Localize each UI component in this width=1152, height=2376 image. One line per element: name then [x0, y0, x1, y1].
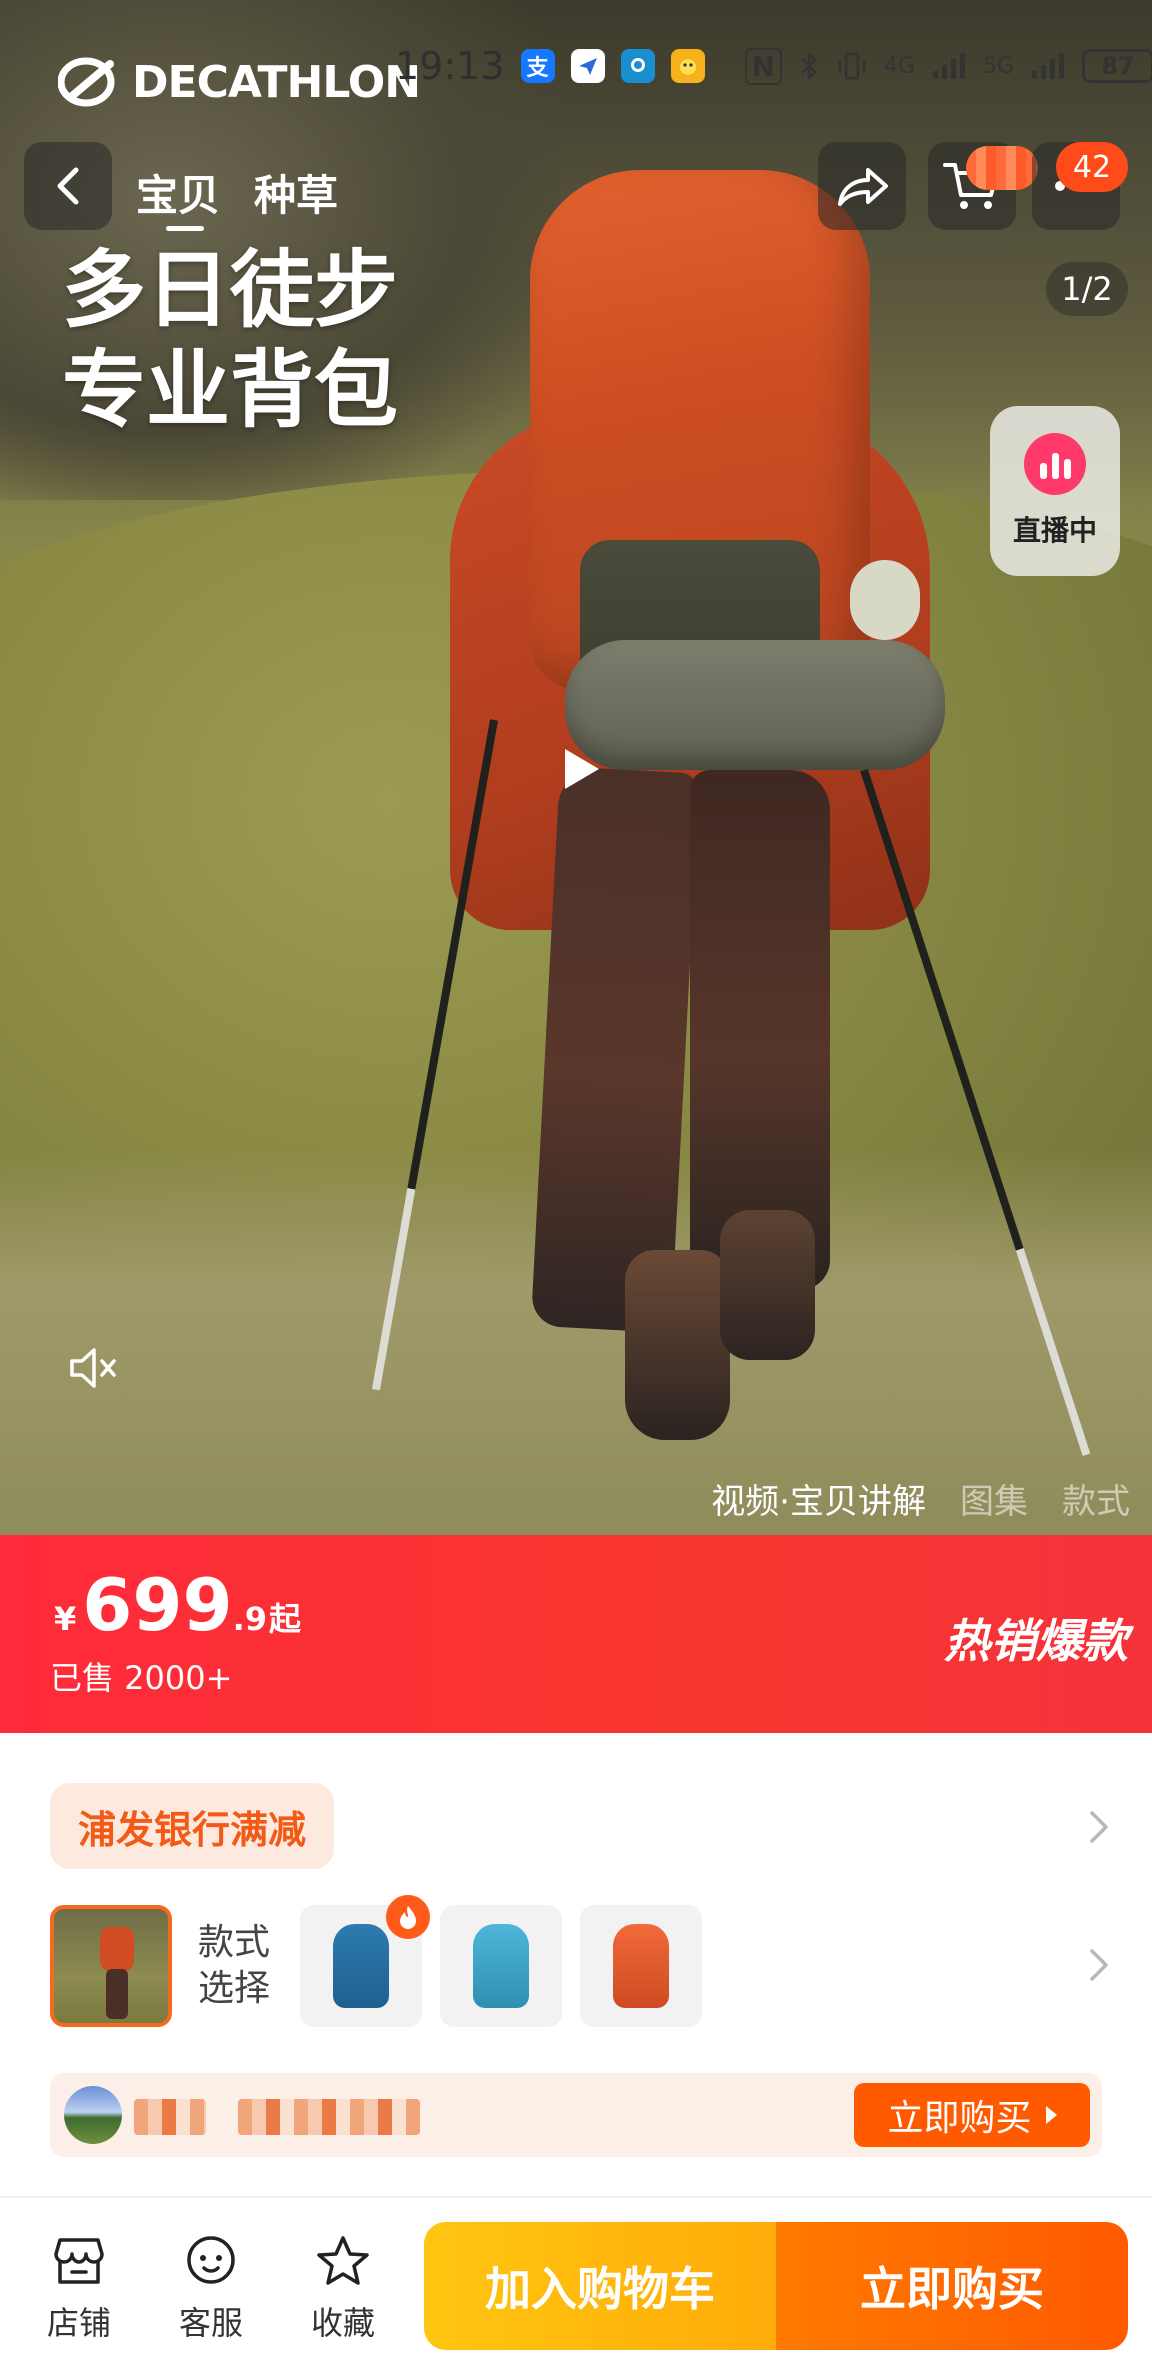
hiker-figure — [430, 170, 970, 1470]
tab-product[interactable]: 宝贝 — [136, 162, 220, 223]
alipay-icon: 支 — [520, 49, 555, 83]
star-icon — [317, 2236, 369, 2285]
messenger-icon — [570, 49, 605, 83]
media-page-indicator: 1/2 — [1046, 262, 1128, 316]
live-stream-button[interactable]: 直播中 — [990, 406, 1120, 576]
status-time: 19:13 — [395, 44, 505, 88]
mini-hiker-legs — [106, 1969, 128, 2019]
water-bottle — [850, 560, 920, 640]
media-tab-gallery[interactable]: 图集 — [960, 1474, 1028, 1523]
hot-seller-label: 热销爆款 — [944, 1614, 1128, 1668]
quick-buy-button[interactable]: 立即购买 — [854, 2083, 1090, 2147]
headline-line-2: 专业背包 — [62, 341, 399, 439]
live-label: 直播中 — [1012, 514, 1097, 547]
chevron-right-icon[interactable] — [1084, 1945, 1114, 1985]
favorite-button[interactable]: 收藏 — [298, 2234, 388, 2344]
price-decimal: .9 — [232, 1600, 267, 1638]
media-tabs: 视频·宝贝讲解 图集 款式 — [711, 1474, 1130, 1523]
redacted-buyer-name — [134, 2099, 206, 2135]
share-icon — [838, 168, 888, 206]
redacted-purchase-info — [238, 2099, 420, 2135]
bluetooth-icon — [801, 52, 817, 80]
price: ¥ 699 .9 起 — [54, 1563, 301, 1647]
chevron-left-icon — [57, 167, 79, 205]
price-integer: 699 — [82, 1563, 233, 1647]
buy-now-button[interactable]: 立即购买 — [776, 2222, 1128, 2350]
nfc-icon: N — [744, 47, 782, 85]
message-count-badge: 42 — [1056, 142, 1128, 192]
sku-label: 款式选择 — [198, 1922, 271, 2009]
brand-name: DECATHLON — [132, 56, 421, 108]
signal-icon — [933, 53, 965, 79]
battery-indicator: 87 — [1082, 49, 1152, 83]
hiker-boot-right — [720, 1210, 815, 1360]
vibrate-icon — [838, 52, 866, 80]
price-suffix: 起 — [268, 1600, 301, 1638]
product-media-hero[interactable]: DECATHLON 19:13 支 N 4G 5G 87 宝贝 种草 42 多日… — [0, 0, 1152, 1535]
brand-logo: DECATHLON — [58, 56, 421, 108]
store-icon — [54, 2238, 104, 2284]
store-label: 店铺 — [46, 2304, 111, 2342]
quick-buy-label: 立即购买 — [887, 2098, 1032, 2139]
price-currency: ¥ — [54, 1600, 77, 1638]
sku-selected-thumbnail[interactable] — [50, 1905, 172, 2027]
price-banner: ¥ 699 .9 起 已售 2000+ 热销爆款 — [0, 1535, 1152, 1733]
tab-active-indicator — [166, 226, 204, 231]
play-icon[interactable] — [555, 745, 603, 793]
share-button[interactable] — [818, 142, 906, 230]
system-status-bar: 19:13 支 N 4G 5G 87 — [395, 44, 1152, 88]
decathlon-logo-icon — [58, 57, 115, 107]
add-to-cart-button[interactable]: 加入购物车 — [424, 2222, 776, 2350]
back-button[interactable] — [24, 142, 112, 230]
backpack-teal-icon — [473, 1924, 529, 2008]
fire-icon — [386, 1895, 430, 1939]
hiker-leg-left — [530, 766, 700, 1333]
signal-icon — [1032, 53, 1065, 79]
buyer-avatar — [64, 2086, 122, 2144]
sold-count: 已售 2000+ — [50, 1659, 233, 1697]
sku-option-orange[interactable] — [580, 1905, 702, 2027]
cart-badge-redacted — [966, 146, 1038, 190]
product-detail-section: 浦发银行满减 款式选择 立即购买 — [0, 1733, 1152, 2193]
mini-backpack — [100, 1927, 134, 1971]
store-button[interactable]: 店铺 — [34, 2234, 124, 2344]
game-icon — [670, 49, 705, 83]
backpack-blue-icon — [333, 1924, 389, 2008]
mute-icon[interactable] — [64, 1340, 120, 1396]
media-tab-styles[interactable]: 款式 — [1062, 1474, 1130, 1523]
customer-service-icon — [187, 2236, 235, 2284]
customer-service-button[interactable]: 客服 — [166, 2234, 256, 2344]
sku-option-teal[interactable] — [440, 1905, 562, 2027]
sku-selector[interactable]: 款式选择 — [50, 1895, 702, 2027]
hiker-boot-left — [625, 1250, 730, 1440]
media-tab-video[interactable]: 视频·宝贝讲解 — [711, 1474, 926, 1523]
tent-roll — [565, 640, 945, 770]
signal-5g-label: 5G — [983, 53, 1015, 79]
sku-option-blue[interactable] — [300, 1895, 430, 2027]
play-arrow-icon — [1045, 2106, 1057, 2124]
tab-recommendations[interactable]: 种草 — [254, 162, 338, 223]
signal-4g-label: 4G — [883, 53, 915, 79]
favorite-label: 收藏 — [310, 2304, 375, 2342]
recent-purchase-bar: 立即购买 — [50, 2073, 1102, 2157]
promo-chip[interactable]: 浦发银行满减 — [50, 1783, 335, 1869]
headline-line-1: 多日徒步 — [62, 241, 399, 339]
assistant-icon — [620, 49, 655, 83]
bottom-action-bar: 店铺 客服 收藏 加入购物车 立即购买 — [0, 2196, 1152, 2376]
customer-service-label: 客服 — [178, 2304, 243, 2342]
live-bars-icon — [1024, 433, 1086, 495]
backpack-orange-icon — [613, 1924, 669, 2008]
hero-headline: 多日徒步 专业背包 — [62, 240, 398, 440]
chevron-right-icon[interactable] — [1084, 1807, 1114, 1847]
